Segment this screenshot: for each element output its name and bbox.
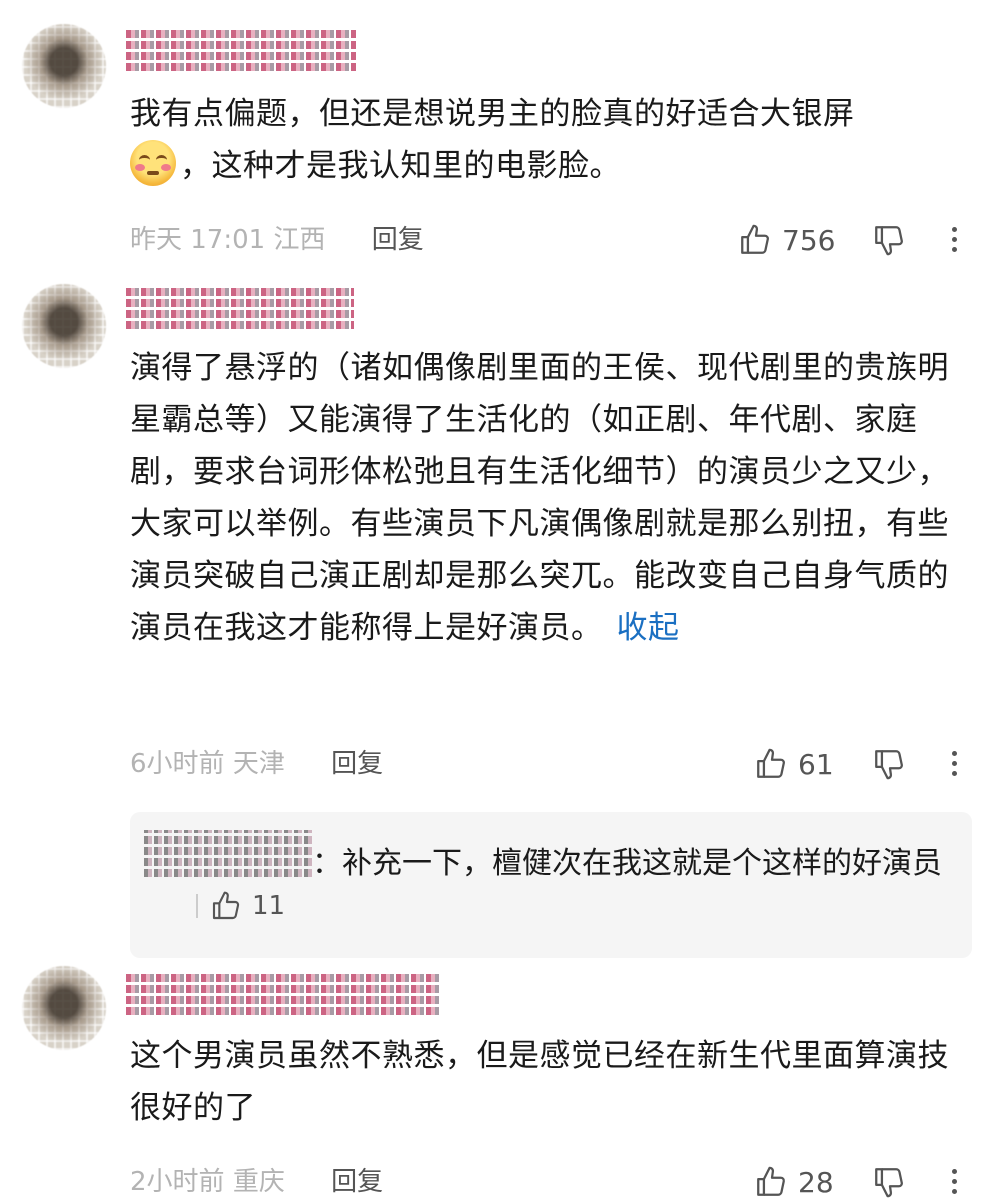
- comment-body: 这个男演员虽然不熟悉，但是感觉已经在新生代里面算演技很好的了: [130, 1038, 949, 1126]
- more-options-button[interactable]: [950, 222, 958, 262]
- reply-button[interactable]: 回复: [331, 1167, 383, 1197]
- sub-reply-box[interactable]: ：补充一下，檀健次在我这就是个这样的好演员 11: [130, 812, 972, 958]
- reply-button[interactable]: 回复: [331, 749, 383, 779]
- reply-button[interactable]: 回复: [372, 225, 424, 255]
- comment-text-part1: 我有点偏题，但还是想说男主的脸真的好适合大银屏: [130, 96, 855, 132]
- comment-meta: 昨天 17:01 江西 回复: [130, 220, 424, 260]
- thumbs-down-icon: [875, 1168, 903, 1198]
- comment-location: 天津: [232, 749, 285, 779]
- more-vertical-icon: [951, 751, 957, 756]
- like-button[interactable]: 61: [754, 744, 834, 784]
- comment-time: 昨天 17:01: [130, 225, 266, 255]
- comment-meta: 2小时前 重庆 回复: [130, 1162, 383, 1202]
- avatar[interactable]: [22, 966, 106, 1050]
- comment-location: 重庆: [232, 1167, 285, 1197]
- collapse-link[interactable]: 收起: [617, 610, 680, 646]
- like-count: 756: [782, 223, 836, 257]
- comment-meta: 6小时前 天津 回复: [130, 744, 383, 784]
- dislike-button[interactable]: [872, 1162, 908, 1202]
- sub-reply-like-button[interactable]: 11: [182, 890, 285, 922]
- more-options-button[interactable]: [950, 746, 958, 786]
- thumbs-up-icon: [757, 1166, 785, 1196]
- thumbs-up-icon: [757, 748, 785, 778]
- comment-body: 演得了悬浮的（诸如偶像剧里面的王侯、现代剧里的贵族明星霸总等）又能演得了生活化的…: [130, 350, 949, 646]
- flushed-face-emoji: [130, 140, 176, 186]
- username-redacted[interactable]: [126, 972, 440, 1018]
- sub-reply-like-count: 11: [252, 891, 286, 921]
- comment-text: 我有点偏题，但还是想说男主的脸真的好适合大银屏 ，这种才是我认知里的电影脸。: [130, 88, 960, 192]
- comment-time: 6小时前: [130, 749, 225, 779]
- thumbs-down-icon: [875, 226, 903, 256]
- like-button[interactable]: 756: [738, 220, 835, 260]
- comment-time: 2小时前: [130, 1167, 225, 1197]
- more-options-button[interactable]: [950, 1164, 958, 1204]
- dislike-button[interactable]: [872, 220, 908, 260]
- more-vertical-icon: [951, 227, 957, 232]
- more-vertical-icon: [951, 1169, 957, 1174]
- like-button[interactable]: 28: [754, 1162, 834, 1202]
- username-redacted[interactable]: [126, 28, 356, 74]
- comment-text: 演得了悬浮的（诸如偶像剧里面的王侯、现代剧里的贵族明星霸总等）又能演得了生活化的…: [130, 342, 960, 654]
- divider: [196, 894, 198, 918]
- like-count: 61: [798, 747, 834, 781]
- avatar[interactable]: [22, 24, 106, 108]
- thumbs-up-icon: [741, 224, 769, 254]
- comment-location: 江西: [273, 225, 326, 255]
- comment-text-part2: ，这种才是我认知里的电影脸。: [180, 148, 621, 184]
- username-redacted[interactable]: [126, 286, 354, 332]
- dislike-button[interactable]: [872, 744, 908, 784]
- sub-reply-text: ：补充一下，檀健次在我这就是个这样的好演员: [312, 846, 942, 881]
- thumbs-down-icon: [875, 750, 903, 780]
- comment-text: 这个男演员虽然不熟悉，但是感觉已经在新生代里面算演技很好的了: [130, 1030, 960, 1134]
- like-count: 28: [798, 1165, 834, 1199]
- thumbs-up-icon: [212, 891, 240, 920]
- avatar[interactable]: [22, 284, 106, 368]
